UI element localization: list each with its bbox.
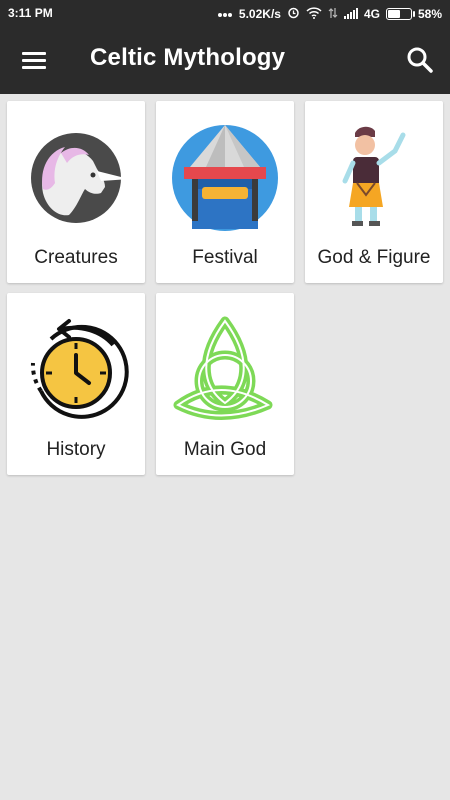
card-history[interactable]: History xyxy=(7,293,145,475)
menu-button[interactable] xyxy=(18,46,52,74)
unicorn-icon xyxy=(31,133,129,223)
clock-history-icon xyxy=(30,319,129,419)
triquetra-icon xyxy=(173,316,273,420)
dots-icon xyxy=(217,7,233,21)
card-festival[interactable]: Festival xyxy=(156,101,294,283)
alarm-icon xyxy=(287,6,300,22)
card-creatures[interactable]: Creatures xyxy=(7,101,145,283)
person-icon xyxy=(342,126,406,226)
network-type: 4G xyxy=(363,7,380,21)
card-label: Creatures xyxy=(34,247,118,268)
battery-icon xyxy=(385,8,415,20)
card-label: God & Figure xyxy=(317,247,431,268)
app-bar: Celtic Mythology xyxy=(0,26,450,94)
status-time: 3:11 PM xyxy=(8,6,53,20)
card-label: Main God xyxy=(183,439,267,460)
hamburger-menu-icon xyxy=(22,52,46,55)
card-label: Festival xyxy=(192,247,258,268)
data-arrows-icon xyxy=(328,7,338,22)
card-god-figure[interactable]: God & Figure xyxy=(305,101,443,283)
signal-icon xyxy=(343,7,358,22)
battery-fill xyxy=(387,10,400,18)
search-button[interactable] xyxy=(404,44,436,76)
battery-percent: 58% xyxy=(417,7,442,21)
card-label: History xyxy=(46,439,106,460)
hamburger-line xyxy=(22,66,46,69)
tent-icon xyxy=(172,125,278,231)
network-speed: 5.02K/s xyxy=(238,7,281,21)
status-bar: 3:11 PM 5.02K/s 4G 58% xyxy=(0,0,450,26)
card-main-god[interactable]: Main God xyxy=(156,293,294,475)
wifi-icon xyxy=(306,6,322,22)
page-title: Celtic Mythology xyxy=(90,44,286,71)
hamburger-line xyxy=(22,59,46,62)
search-icon xyxy=(407,47,433,73)
status-indicators: 5.02K/s 4G 58% xyxy=(217,6,442,22)
